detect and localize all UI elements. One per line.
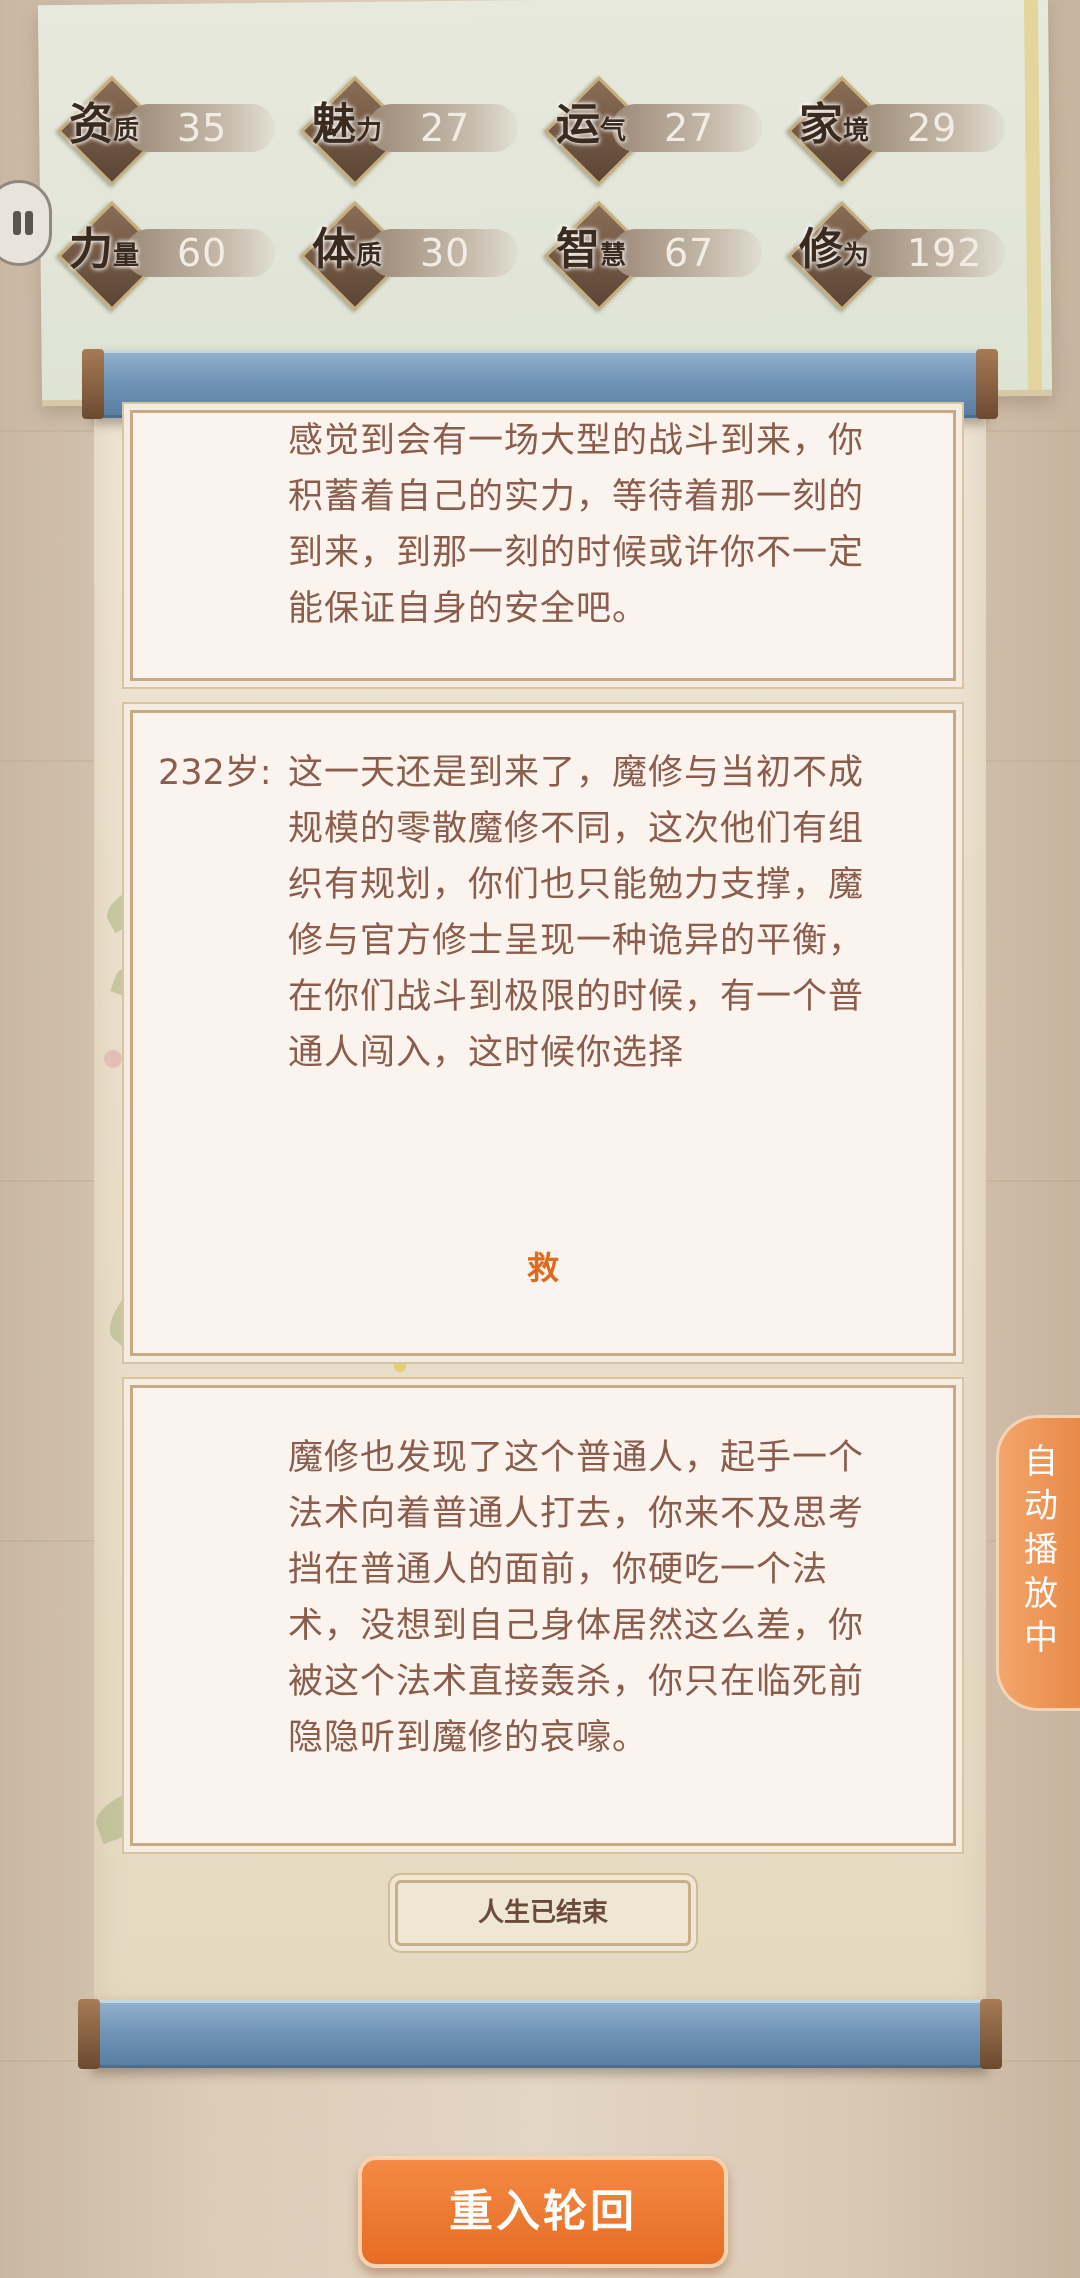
stat-constitution: 体质 30 [298, 200, 523, 312]
life-ended-tag: 人生已结束 [395, 1880, 691, 1946]
scroll-bottom-rod [78, 1999, 1002, 2069]
stat-charm: 魅力 27 [298, 75, 523, 187]
stat-value: 29 [907, 106, 958, 150]
stat-family: 家境 29 [785, 75, 1010, 187]
stat-wisdom: 智慧 67 [542, 200, 767, 312]
stat-value: 60 [177, 231, 228, 275]
event-text: 魔修也发现了这个普通人，起手一个法术向着普通人打去，你来不及思考挡在普通人的面前… [288, 1438, 865, 1758]
panel-edge [1023, 0, 1043, 390]
floating-pause-button[interactable] [0, 180, 52, 266]
event-text: 这一天还是到来了，魔修与当初不成规模的零散魔修不同，这次他们有组织有规划，你们也… [288, 753, 865, 1073]
event-card-current: 232岁: 这一天还是到来了，魔修与当初不成规模的零散魔修不同，这次他们有组织有… [130, 710, 956, 1356]
stat-value: 27 [664, 106, 715, 150]
event-card-result: 魔修也发现了这个普通人，起手一个法术向着普通人打去，你来不及思考挡在普通人的面前… [130, 1385, 956, 1846]
stat-value: 30 [420, 231, 471, 275]
event-age: 232岁: [158, 753, 272, 793]
scroll-top-rod [82, 349, 998, 419]
stat-value: 192 [907, 231, 983, 275]
stat-value: 35 [177, 106, 228, 150]
event-card-previous: 感觉到会有一场大型的战斗到来，你积蓄着自己的实力，等待着那一刻的到来，到那一刻的… [130, 410, 956, 681]
stat-value: 27 [420, 106, 471, 150]
rebirth-button[interactable]: 重入轮回 [358, 2156, 728, 2268]
event-choice: 救 [526, 1249, 559, 1287]
stat-cultivation: 修为 192 [785, 200, 1010, 312]
stat-aptitude: 资质 35 [55, 75, 280, 187]
auto-play-toggle[interactable]: 自 动 播 放 中 [996, 1415, 1080, 1711]
event-text: 感觉到会有一场大型的战斗到来，你积蓄着自己的实力，等待着那一刻的到来，到那一刻的… [288, 421, 865, 629]
stat-strength: 力量 60 [55, 200, 280, 312]
stat-value: 67 [664, 231, 715, 275]
pause-icon [9, 209, 37, 237]
stat-luck: 运气 27 [542, 75, 767, 187]
